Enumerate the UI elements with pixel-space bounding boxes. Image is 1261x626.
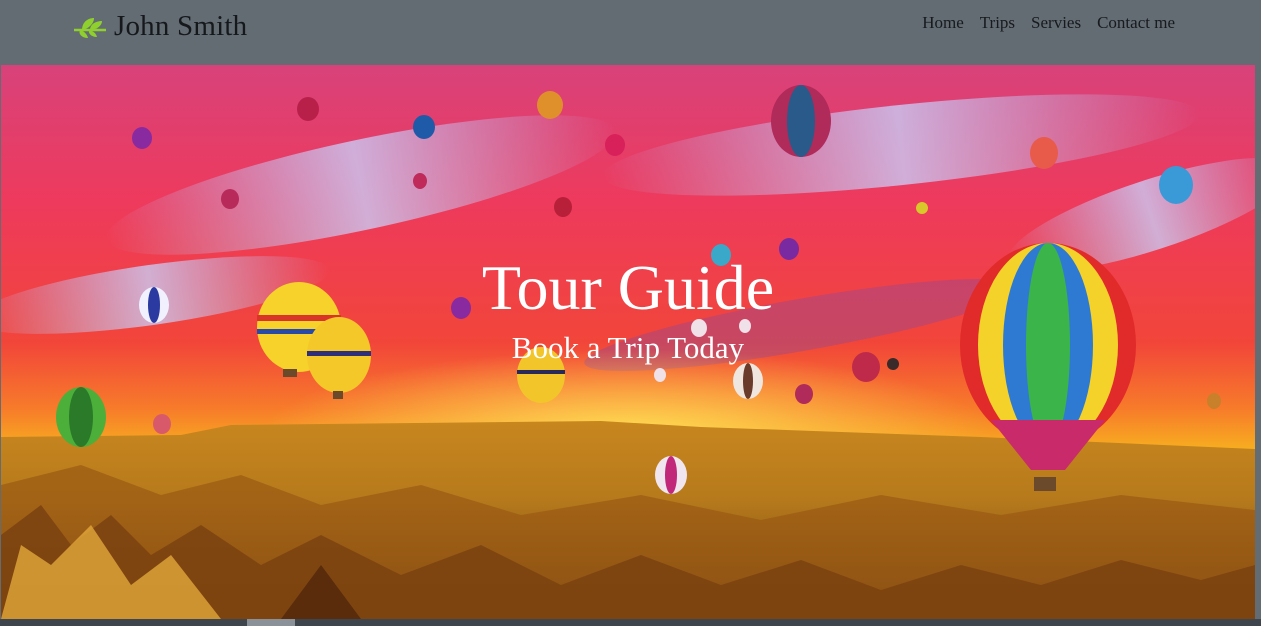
- leaf-icon: [74, 18, 106, 38]
- nav-menu: Home Trips Servies Contact me: [922, 13, 1175, 33]
- brand-name: John Smith: [114, 9, 248, 42]
- page-edge: [1255, 65, 1261, 619]
- nav-item-home: Home: [922, 13, 964, 33]
- nav-item-contact: Contact me: [1097, 13, 1175, 33]
- nav-item-services: Servies: [1031, 13, 1081, 33]
- nav-item-trips: Trips: [980, 13, 1015, 33]
- scrollbar-thumb[interactable]: [247, 619, 295, 626]
- brand-link[interactable]: John Smith: [72, 6, 247, 46]
- nav-link-trips[interactable]: Trips: [980, 13, 1015, 32]
- balloon-green-left: [56, 387, 106, 447]
- nav-link-services[interactable]: Servies: [1031, 13, 1081, 32]
- hero-subtitle: Book a Trip Today: [511, 330, 745, 365]
- nav-link-home[interactable]: Home: [922, 13, 964, 32]
- hero-title: Tour Guide: [481, 252, 775, 323]
- hero-section: Tour Guide Book a Trip Today: [1, 65, 1255, 619]
- navbar: John Smith Home Trips Servies Contact me: [0, 0, 1261, 64]
- nav-link-contact[interactable]: Contact me: [1097, 13, 1175, 32]
- horizontal-scrollbar[interactable]: [0, 619, 1261, 626]
